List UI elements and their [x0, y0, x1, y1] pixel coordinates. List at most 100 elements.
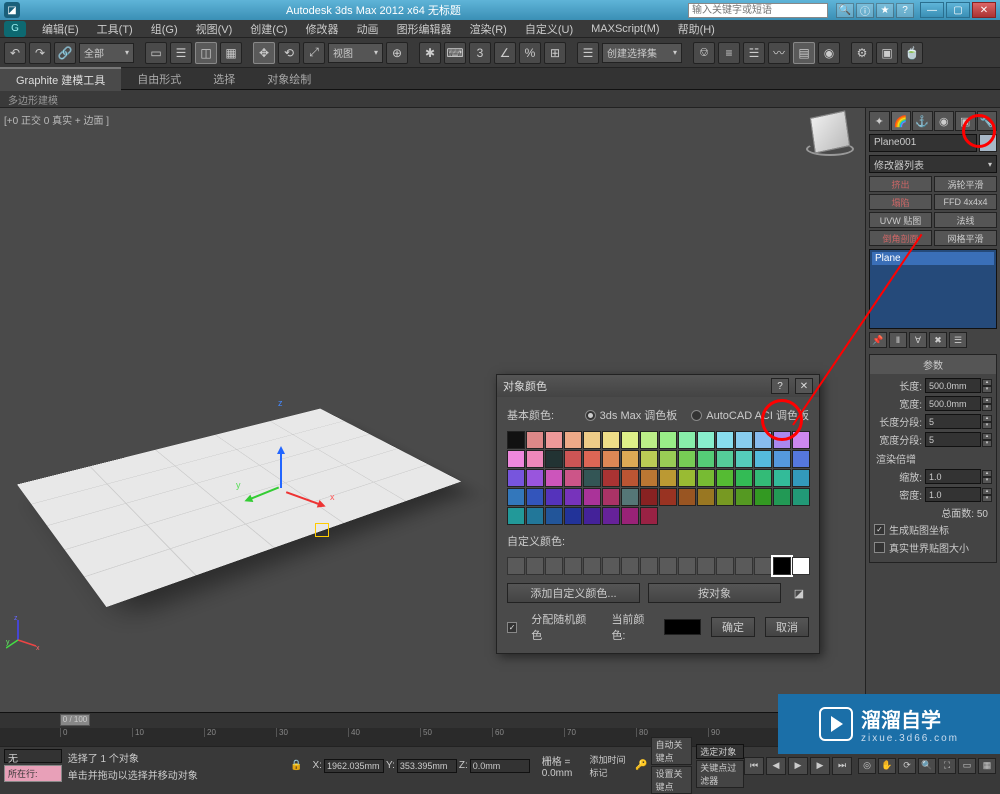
close-button[interactable]: ✕ — [972, 2, 996, 18]
color-swatch[interactable] — [602, 488, 620, 506]
redo-button[interactable]: ↷ — [29, 42, 51, 64]
palette-3dsmax-radio[interactable] — [585, 410, 596, 421]
mod-extrude[interactable]: 挤出 — [869, 176, 932, 192]
custom-swatch[interactable] — [545, 557, 563, 575]
color-swatch[interactable] — [773, 431, 791, 449]
remove-button[interactable]: ✖ — [929, 332, 947, 348]
mod-meshsmooth[interactable]: 网格平滑 — [934, 230, 997, 246]
color-swatch[interactable] — [678, 469, 696, 487]
zoom-icon[interactable]: 🔍 — [918, 758, 936, 774]
menu-render[interactable]: 渲染(R) — [462, 19, 515, 39]
add-time-tag[interactable]: 添加时间标记 — [589, 753, 631, 779]
gen-map-coords-checkbox[interactable] — [874, 524, 885, 535]
mirror-button[interactable]: ⎊ — [693, 42, 715, 64]
dialog-close-button[interactable]: ✕ — [795, 378, 813, 394]
hierarchy-tab[interactable]: ⚓ — [912, 111, 933, 131]
isolate-icon[interactable]: ◎ — [858, 758, 876, 774]
color-swatch[interactable] — [716, 431, 734, 449]
color-swatch[interactable] — [602, 431, 620, 449]
width-spinner[interactable]: 500.0mm — [925, 396, 981, 411]
color-swatch[interactable] — [583, 469, 601, 487]
color-swatch[interactable] — [678, 431, 696, 449]
color-swatch[interactable] — [526, 488, 544, 506]
snap-button[interactable]: 3 — [469, 42, 491, 64]
color-swatch[interactable] — [583, 507, 601, 525]
star-icon[interactable]: ★ — [876, 3, 894, 18]
color-swatch[interactable] — [754, 450, 772, 468]
custom-swatch[interactable] — [640, 557, 658, 575]
motion-tab[interactable]: ◉ — [934, 111, 955, 131]
spinner-snap-button[interactable]: ⊞ — [544, 42, 566, 64]
object-color-swatch[interactable] — [979, 134, 997, 152]
move-button[interactable]: ✥ — [253, 42, 275, 64]
mod-uvw[interactable]: UVW 贴图 — [869, 212, 932, 228]
minimize-button[interactable]: ― — [920, 2, 944, 18]
color-swatch[interactable] — [640, 469, 658, 487]
color-swatch[interactable] — [545, 431, 563, 449]
color-swatch[interactable] — [621, 469, 639, 487]
select-button[interactable]: ▭ — [145, 42, 167, 64]
mod-normal[interactable]: 法线 — [934, 212, 997, 228]
color-swatch[interactable] — [602, 450, 620, 468]
palette-acad-radio[interactable] — [691, 410, 702, 421]
selection-filter-combo[interactable]: 全部 — [79, 43, 134, 63]
ok-button[interactable]: 确定 — [711, 617, 755, 637]
custom-swatch[interactable] — [507, 557, 525, 575]
color-swatch[interactable] — [735, 450, 753, 468]
color-swatch[interactable] — [659, 469, 677, 487]
color-swatch[interactable] — [716, 469, 734, 487]
color-swatch[interactable] — [640, 507, 658, 525]
scale-button[interactable]: ⤢ — [303, 42, 325, 64]
menu-create[interactable]: 创建(C) — [242, 19, 295, 39]
show-end-button[interactable]: Ⅱ — [889, 332, 907, 348]
color-swatch[interactable] — [697, 469, 715, 487]
coord-y-input[interactable] — [397, 759, 457, 773]
custom-swatch[interactable] — [754, 557, 772, 575]
menu-maxscript[interactable]: MAXScript(M) — [583, 21, 667, 37]
prev-frame-button[interactable]: ◀ — [766, 757, 786, 775]
select-name-button[interactable]: ☰ — [170, 42, 192, 64]
modify-tab[interactable]: 🌈 — [891, 111, 912, 131]
custom-swatch[interactable] — [583, 557, 601, 575]
color-swatch[interactable] — [792, 488, 810, 506]
render-button[interactable]: 🍵 — [901, 42, 923, 64]
mod-ffd[interactable]: FFD 4x4x4 — [934, 194, 997, 210]
color-swatch[interactable] — [659, 450, 677, 468]
color-swatch[interactable] — [564, 507, 582, 525]
autokey-button[interactable]: 自动关键点 — [651, 737, 692, 765]
menu-edit[interactable]: 编辑(E) — [34, 19, 87, 39]
configure-button[interactable]: ☰ — [949, 332, 967, 348]
color-swatch[interactable] — [564, 431, 582, 449]
pan-icon[interactable]: ✋ — [878, 758, 896, 774]
fov-icon[interactable]: ▭ — [958, 758, 976, 774]
width-segs-spinner[interactable]: 5 — [925, 432, 981, 447]
coord-z-input[interactable] — [470, 759, 530, 773]
color-swatch[interactable] — [640, 450, 658, 468]
info-icon[interactable]: ⓘ — [856, 3, 874, 18]
window-crossing-button[interactable]: ▦ — [220, 42, 242, 64]
object-name-field[interactable]: Plane001 — [869, 134, 977, 152]
length-segs-spinner[interactable]: 5 — [925, 414, 981, 429]
by-object-button[interactable]: 按对象 — [648, 583, 781, 603]
stack-item-plane[interactable]: Plane — [872, 252, 994, 265]
ribbon-tab-selection[interactable]: 选择 — [197, 68, 251, 90]
color-swatch[interactable] — [697, 450, 715, 468]
color-swatch[interactable] — [678, 450, 696, 468]
curve-editor-button[interactable]: 〰 — [768, 42, 790, 64]
viewport[interactable]: [+0 正交 0 真实 + 边面 ] z x y — [0, 108, 865, 712]
search-icon[interactable]: 🔍 — [836, 3, 854, 18]
custom-swatch[interactable] — [621, 557, 639, 575]
create-tab[interactable]: ✦ — [869, 111, 890, 131]
align-button[interactable]: ≡ — [718, 42, 740, 64]
scale-spinner[interactable]: 1.0 — [925, 469, 981, 484]
custom-swatch[interactable] — [716, 557, 734, 575]
rotate-button[interactable]: ⟲ — [278, 42, 300, 64]
color-swatch[interactable] — [640, 488, 658, 506]
viewcube[interactable] — [805, 114, 855, 164]
color-swatch[interactable] — [526, 507, 544, 525]
zoom-extents-icon[interactable]: ⛶ — [938, 758, 956, 774]
color-swatch[interactable] — [659, 488, 677, 506]
color-swatch[interactable] — [545, 507, 563, 525]
dialog-help-button[interactable]: ? — [771, 378, 789, 394]
time-scrubber[interactable]: 0 / 100 — [60, 714, 90, 726]
